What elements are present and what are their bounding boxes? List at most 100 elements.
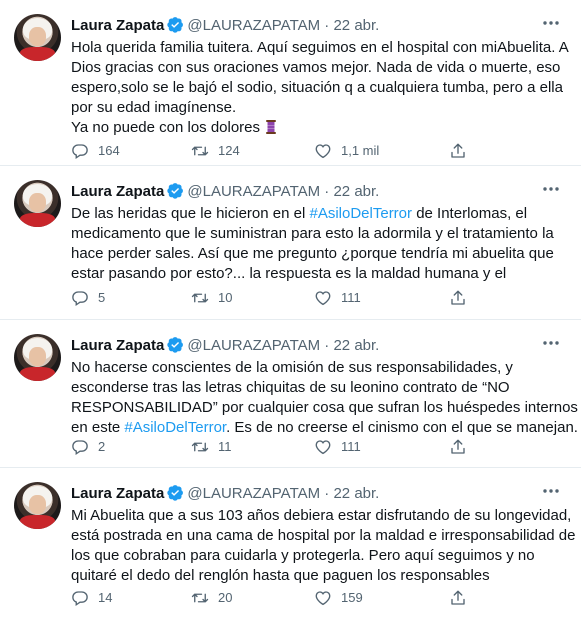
author-name[interactable]: Laura Zapata (71, 17, 164, 34)
emoji-icon (266, 120, 277, 134)
tweet-header: Laura Zapata @LAURAZAPATAM · 22 abr. (71, 182, 379, 201)
author-name[interactable]: Laura Zapata (71, 183, 164, 200)
tweet-line: espero,solo se le bajó el sodio, situaci… (71, 79, 563, 96)
like-button[interactable]: 1,1 mil (314, 141, 379, 161)
tweet-line: Mi Abuelita que a sus 103 años debiera e… (71, 507, 572, 524)
tweet-date[interactable]: 22 abr. (333, 17, 379, 34)
tweet-line: De las heridas que le hicieron en el #As… (71, 204, 551, 224)
like-icon (315, 440, 331, 455)
author-name[interactable]: Laura Zapata (71, 337, 164, 354)
retweet-button[interactable]: 20 (191, 588, 232, 608)
tweet-header: Laura Zapata @LAURAZAPATAM · 22 abr. (71, 336, 379, 355)
retweet-count: 124 (218, 143, 240, 158)
tweet[interactable]: Laura Zapata @LAURAZAPATAM · 22 abr. No h… (0, 320, 581, 468)
reply-button[interactable]: 5 (71, 288, 105, 308)
separator-dot: · (324, 337, 330, 354)
reply-button[interactable]: 2 (71, 437, 105, 457)
share-icon (451, 439, 465, 454)
tweet-line: medicamento que le suministran para esto… (71, 225, 554, 242)
tweet-actions: 2 11 111 (71, 437, 471, 457)
reply-button[interactable]: 14 (71, 588, 112, 608)
tweet-line-text: . Es de no creerse el cinismo con el que… (226, 419, 578, 436)
tweet-actions: 164 124 1,1 mil (71, 141, 471, 161)
like-button[interactable]: 111 (314, 437, 361, 457)
tweet-text: No hacerse conscientes de la omisión de … (71, 358, 578, 438)
share-button[interactable] (449, 288, 476, 308)
tweet[interactable]: Laura Zapata @LAURAZAPATAM · 22 abr. De l… (0, 166, 581, 320)
retweet-button[interactable]: 11 (191, 437, 232, 457)
author-handle[interactable]: @LAURAZAPATAM (187, 485, 320, 502)
author-handle[interactable]: @LAURAZAPATAM (187, 17, 320, 34)
more-options-icon[interactable] (541, 182, 561, 196)
tweet-header: Laura Zapata @LAURAZAPATAM · 22 abr. (71, 16, 379, 35)
author-handle[interactable]: @LAURAZAPATAM (187, 183, 320, 200)
tweet-line: los que cobraban para cuidarla y protege… (71, 547, 535, 564)
like-count: 159 (341, 590, 363, 605)
avatar[interactable] (14, 482, 61, 529)
verified-badge-icon (167, 337, 184, 353)
tweet-actions: 14 20 159 (71, 588, 471, 608)
share-button[interactable] (449, 141, 476, 161)
tweet-date[interactable]: 22 abr. (333, 485, 379, 502)
author-name[interactable]: Laura Zapata (71, 485, 164, 502)
more-options-icon[interactable] (541, 336, 561, 350)
author-handle[interactable]: @LAURAZAPATAM (187, 337, 320, 354)
tweet-line: Hola querida familia tuitera. Aquí segui… (71, 39, 569, 56)
tweet-line: en este #AsiloDelTerror. Es de no creers… (71, 418, 578, 438)
like-count: 111 (341, 290, 361, 305)
reply-button[interactable]: 164 (71, 141, 120, 161)
tweet-line: estar pasando por esto?... la respuesta … (71, 265, 507, 282)
tweet-actions: 5 10 111 (71, 288, 471, 308)
retweet-icon (191, 442, 209, 452)
tweet-date[interactable]: 22 abr. (333, 183, 379, 200)
like-icon (315, 144, 331, 159)
tweet[interactable]: Laura Zapata @LAURAZAPATAM · 22 abr. Mi A… (0, 468, 581, 620)
like-icon (315, 291, 331, 306)
like-button[interactable]: 111 (314, 288, 361, 308)
like-count: 1,1 mil (341, 143, 380, 158)
like-icon (315, 591, 331, 606)
avatar[interactable] (14, 334, 61, 381)
retweet-icon (191, 146, 209, 156)
verified-badge-icon (167, 17, 184, 33)
verified-badge-icon (167, 485, 184, 501)
reply-count: 5 (98, 290, 106, 305)
hashtag-link[interactable]: #AsiloDelTerror (309, 205, 412, 222)
retweet-count: 11 (218, 439, 232, 454)
tweet-line: por su edad imagínense. (71, 99, 237, 116)
retweet-count: 20 (218, 590, 233, 605)
tweet-line-text: De las heridas que le hicieron en el (71, 205, 310, 222)
retweet-icon (191, 593, 209, 603)
tweet[interactable]: Laura Zapata @LAURAZAPATAM · 22 abr. Hola… (0, 0, 581, 166)
tweet-text: Mi Abuelita que a sus 103 años debiera e… (71, 506, 576, 586)
tweet-text: De las heridas que le hicieron en el #As… (71, 204, 554, 284)
share-button[interactable] (449, 437, 476, 457)
avatar[interactable] (14, 180, 61, 227)
separator-dot: · (324, 485, 330, 502)
avatar[interactable] (14, 14, 61, 61)
tweet-line: quitaré el dedo del renglón hasta que pa… (71, 567, 490, 584)
retweet-count: 10 (218, 290, 233, 305)
tweet-line: está postrada en una cama de hospital po… (71, 527, 576, 544)
like-button[interactable]: 159 (314, 588, 363, 608)
retweet-button[interactable]: 124 (191, 141, 240, 161)
tweet-header: Laura Zapata @LAURAZAPATAM · 22 abr. (71, 484, 379, 503)
share-icon (451, 143, 465, 158)
verified-badge-icon (167, 183, 184, 199)
retweet-button[interactable]: 10 (191, 288, 232, 308)
tweet-line-text: de Interlomas, el (412, 205, 528, 222)
tweet-line-text: Ya no puede con los dolores (71, 119, 261, 136)
tweet-date[interactable]: 22 abr. (333, 337, 379, 354)
share-icon (451, 290, 465, 305)
share-button[interactable] (449, 588, 476, 608)
tweet-line: hace perder sales. Así que me pregunto ¿… (71, 245, 554, 262)
more-options-icon[interactable] (541, 484, 561, 498)
separator-dot: · (324, 183, 330, 200)
hashtag-link[interactable]: #AsiloDelTerror (124, 419, 226, 436)
tweet-line: esconderse tras las letras chiquitas de … (71, 379, 510, 396)
reply-count: 2 (98, 439, 106, 454)
separator-dot: · (324, 17, 330, 34)
tweet-line: Dios gracias con sus oraciones vamos mej… (71, 59, 561, 76)
more-options-icon[interactable] (541, 16, 561, 30)
reply-icon (72, 440, 88, 456)
